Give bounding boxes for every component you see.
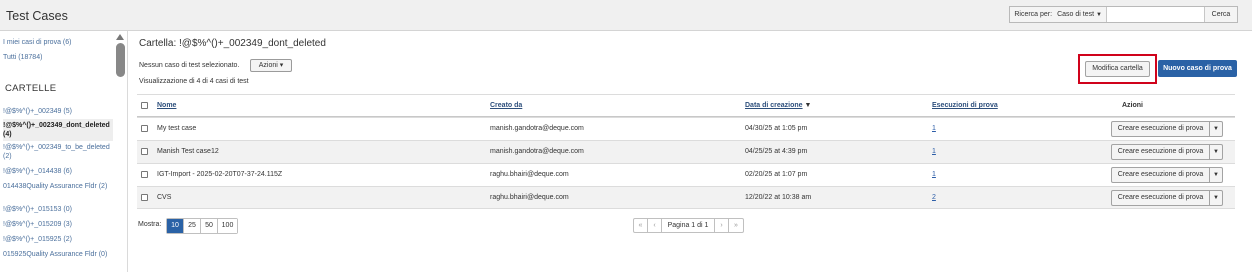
- last-page-button[interactable]: »: [729, 219, 743, 232]
- search-scope-value: Caso di test: [1057, 11, 1095, 18]
- page-size-option[interactable]: 10: [167, 219, 184, 233]
- column-header-runs[interactable]: Esecuzioni di prova: [932, 95, 998, 117]
- test-runs-link[interactable]: 2: [932, 187, 936, 209]
- column-header-created-date[interactable]: Data di creazione ▼: [745, 95, 811, 117]
- created-date: 12/20/22 at 10:38 am: [745, 194, 812, 201]
- page-size-option[interactable]: 100: [218, 219, 237, 233]
- sort-desc-icon: ▼: [804, 102, 812, 109]
- top-bar: Test Cases Ricerca per: Caso di test ▼ C…: [0, 0, 1252, 31]
- sidebar-folder-item[interactable]: !@$%^()+_014438 (6): [3, 167, 113, 176]
- row-checkbox[interactable]: [141, 171, 148, 178]
- page-size-label: Mostra:: [138, 221, 162, 228]
- page-title: Test Cases: [6, 9, 68, 23]
- sidebar-folder-item[interactable]: !@$%^()+_002349_to_be_deleted (2): [3, 143, 113, 161]
- chevron-down-icon[interactable]: ▼: [1210, 191, 1222, 205]
- search-by-label: Ricerca per:: [1014, 11, 1053, 18]
- view-info: Visualizzazione di 4 di 4 casi di test: [139, 78, 249, 85]
- test-case-name[interactable]: IGT-Import - 2025-02-20T07-37-24.115Z: [157, 164, 282, 186]
- sidebar-item-my-cases[interactable]: I miei casi di prova (6): [3, 39, 71, 46]
- sidebar: I miei casi di prova (6) Tutti (18784) C…: [0, 31, 128, 272]
- folders-heading: CARTELLE: [5, 83, 57, 94]
- create-test-run-split-button: Creare esecuzione di prova ▼: [1111, 121, 1223, 137]
- table-row: My test case manish.gandotra@deque.com 0…: [137, 117, 1235, 140]
- search-group: Ricerca per: Caso di test ▼ Cerca: [1009, 6, 1238, 23]
- first-page-button[interactable]: «: [634, 219, 648, 232]
- chevron-down-icon: ▾: [279, 62, 284, 69]
- page-info: Pagina 1 di 1: [662, 219, 715, 232]
- table-row: Manish Test case12 manish.gandotra@deque…: [137, 140, 1235, 163]
- sidebar-folder-item[interactable]: 014438Quality Assurance Fldr (2): [3, 182, 113, 191]
- created-date: 02/20/25 at 1:07 pm: [745, 171, 808, 178]
- column-header-actions: Azioni: [1122, 102, 1143, 109]
- table-header-row: Nome Creato da Data di creazione ▼ Esecu…: [137, 94, 1235, 117]
- test-case-name[interactable]: My test case: [157, 118, 196, 140]
- column-header-name[interactable]: Nome: [157, 95, 176, 117]
- sidebar-folder-item[interactable]: !@$%^()+_015153 (0): [3, 205, 113, 214]
- page-size-option[interactable]: 25: [184, 219, 201, 233]
- main-content: Cartella: !@$%^()+_002349_dont_deleted N…: [128, 31, 1252, 272]
- sidebar-folder-item[interactable]: 015925Quality Assurance Fldr (0): [3, 250, 113, 259]
- search-button[interactable]: Cerca: [1204, 7, 1237, 22]
- sidebar-folder-item[interactable]: !@$%^()+_015209 (3): [3, 220, 113, 229]
- search-input[interactable]: [1107, 7, 1204, 22]
- page-size-selector: 10 25 50 100: [166, 218, 238, 234]
- chevron-down-icon[interactable]: ▼: [1210, 122, 1222, 136]
- new-test-case-button[interactable]: Nuovo caso di prova: [1158, 60, 1237, 77]
- folder-title: Cartella: !@$%^()+_002349_dont_deleted: [139, 38, 326, 49]
- create-test-run-button[interactable]: Creare esecuzione di prova: [1112, 168, 1210, 182]
- highlight-box: Modifica cartella: [1078, 54, 1157, 84]
- pagination: « ‹ Pagina 1 di 1 › »: [633, 218, 744, 233]
- test-runs-link[interactable]: 1: [932, 118, 936, 140]
- sidebar-folder-item[interactable]: !@$%^()+_015925 (2): [3, 235, 113, 244]
- chevron-down-icon: ▼: [1096, 11, 1102, 18]
- created-by: raghu.bhairi@deque.com: [490, 171, 569, 178]
- sidebar-folder-item[interactable]: !@$%^()+_002349 (5): [3, 107, 113, 116]
- test-case-name[interactable]: Manish Test case12: [157, 141, 219, 163]
- scroll-up-arrow-icon[interactable]: [116, 34, 124, 40]
- created-date: 04/25/25 at 4:39 pm: [745, 148, 808, 155]
- chevron-down-icon[interactable]: ▼: [1210, 168, 1222, 182]
- table-row: CVS raghu.bhairi@deque.com 12/20/22 at 1…: [137, 186, 1235, 209]
- create-test-run-split-button: Creare esecuzione di prova ▼: [1111, 144, 1223, 160]
- sidebar-folder-item-active[interactable]: !@$%^()+_002349_dont_deleted (4): [3, 119, 113, 141]
- selection-info: Nessun caso di test selezionato.: [139, 62, 240, 69]
- search-scope-select[interactable]: Ricerca per: Caso di test ▼: [1010, 7, 1107, 22]
- row-checkbox[interactable]: [141, 194, 148, 201]
- test-case-name[interactable]: CVS: [157, 187, 171, 209]
- sidebar-scrollbar[interactable]: [116, 43, 125, 77]
- create-test-run-split-button: Creare esecuzione di prova ▼: [1111, 190, 1223, 206]
- chevron-down-icon[interactable]: ▼: [1210, 145, 1222, 159]
- create-test-run-button[interactable]: Creare esecuzione di prova: [1112, 191, 1210, 205]
- column-header-created-by[interactable]: Creato da: [490, 95, 522, 117]
- create-test-run-split-button: Creare esecuzione di prova ▼: [1111, 167, 1223, 183]
- created-by: manish.gandotra@deque.com: [490, 125, 584, 132]
- select-all-checkbox[interactable]: [141, 102, 148, 109]
- column-header-created-date-label: Data di creazione: [745, 102, 803, 109]
- table-row: IGT-Import - 2025-02-20T07-37-24.115Z ra…: [137, 163, 1235, 186]
- sidebar-item-all-cases[interactable]: Tutti (18784): [3, 54, 42, 61]
- created-date: 04/30/25 at 1:05 pm: [745, 125, 808, 132]
- actions-dropdown-button[interactable]: Azioni ▾: [250, 59, 292, 72]
- row-checkbox[interactable]: [141, 125, 148, 132]
- created-by: raghu.bhairi@deque.com: [490, 194, 569, 201]
- next-page-button[interactable]: ›: [715, 219, 729, 232]
- test-cases-table: Nome Creato da Data di creazione ▼ Esecu…: [137, 94, 1235, 209]
- create-test-run-button[interactable]: Creare esecuzione di prova: [1112, 122, 1210, 136]
- created-by: manish.gandotra@deque.com: [490, 148, 584, 155]
- edit-folder-button[interactable]: Modifica cartella: [1085, 61, 1150, 77]
- create-test-run-button[interactable]: Creare esecuzione di prova: [1112, 145, 1210, 159]
- test-runs-link[interactable]: 1: [932, 141, 936, 163]
- row-checkbox[interactable]: [141, 148, 148, 155]
- test-runs-link[interactable]: 1: [932, 164, 936, 186]
- actions-label: Azioni: [258, 62, 278, 69]
- prev-page-button[interactable]: ‹: [648, 219, 662, 232]
- page-size-option[interactable]: 50: [201, 219, 218, 233]
